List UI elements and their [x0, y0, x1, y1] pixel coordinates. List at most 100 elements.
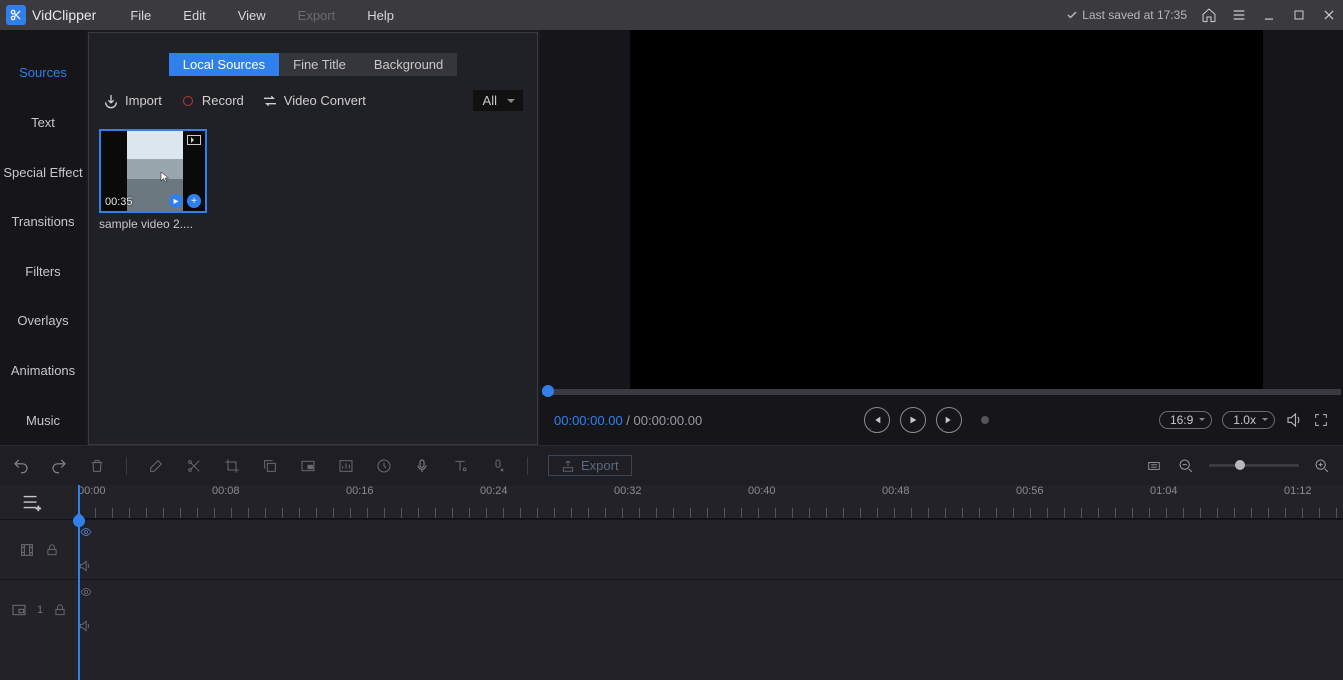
lock-icon[interactable]	[45, 543, 59, 557]
video-convert-button[interactable]: Video Convert	[262, 93, 366, 109]
ruler-label: 00:24	[480, 485, 508, 497]
next-frame-button[interactable]	[936, 407, 962, 433]
stop-button[interactable]	[972, 407, 998, 433]
preview-panel: 00:00:00.00 / 00:00:00.00 16:9 1.0x	[540, 30, 1343, 445]
thumb-play-icon[interactable]: ▸	[169, 194, 183, 208]
sidebar-item-special-effect[interactable]: Special Effect	[0, 147, 86, 197]
film-icon	[19, 542, 35, 558]
preview-video[interactable]	[630, 30, 1263, 389]
app-logo-icon	[6, 5, 26, 25]
save-status: Last saved at 17:35	[1066, 8, 1187, 22]
zoom-slider[interactable]	[1209, 464, 1299, 467]
lock-icon[interactable]	[53, 603, 67, 617]
thumbnail-grid: 00:35 ▸ + sample video 2....	[89, 121, 537, 239]
sidebar-item-filters[interactable]: Filters	[0, 247, 86, 297]
home-button[interactable]	[1201, 7, 1217, 23]
ruler-label: 00:08	[212, 485, 240, 497]
fullscreen-icon[interactable]	[1313, 412, 1329, 428]
record-button[interactable]: Record	[180, 93, 244, 109]
panel-toolbar: Import Record Video Convert All	[89, 86, 537, 121]
ruler-label: 00:00	[78, 485, 106, 497]
tts-button[interactable]	[489, 457, 507, 475]
thumb-name: sample video 2....	[99, 217, 207, 231]
maximize-button[interactable]	[1291, 7, 1307, 23]
playhead[interactable]	[78, 485, 80, 680]
import-button[interactable]: Import	[103, 93, 162, 109]
undo-button[interactable]	[12, 457, 30, 475]
import-icon	[103, 93, 119, 109]
sidebar-item-animations[interactable]: Animations	[0, 346, 86, 396]
check-icon	[1066, 9, 1078, 21]
filter-dropdown[interactable]: All	[473, 90, 523, 111]
voiceover-button[interactable]	[413, 457, 431, 475]
minimize-button[interactable]	[1261, 7, 1277, 23]
menu-help[interactable]: Help	[351, 8, 410, 23]
track-head: 1	[0, 602, 78, 618]
ruler-label: 01:12	[1284, 485, 1312, 497]
time-current: 00:00:00.00	[554, 413, 623, 428]
edit-clip-button[interactable]	[147, 457, 165, 475]
prev-frame-button[interactable]	[864, 407, 890, 433]
track-head	[0, 542, 78, 558]
close-button[interactable]	[1321, 7, 1337, 23]
pip-button[interactable]	[299, 457, 317, 475]
export-icon	[561, 459, 575, 473]
save-status-text: Last saved at 17:35	[1082, 8, 1187, 22]
thumb-preview[interactable]: 00:35 ▸ +	[99, 129, 207, 213]
zoom-knob[interactable]	[1235, 460, 1245, 470]
record-label: Record	[202, 93, 244, 108]
ruler-label: 01:04	[1150, 485, 1178, 497]
timeline-ruler[interactable]: 00:00 00:08 00:16 00:24 00:32 00:40 00:4…	[78, 485, 1343, 519]
copy-button[interactable]	[261, 457, 279, 475]
track-lane[interactable]	[78, 580, 1343, 639]
media-thumb[interactable]: 00:35 ▸ + sample video 2....	[99, 129, 207, 231]
redo-button[interactable]	[50, 457, 68, 475]
sidebar-item-transitions[interactable]: Transitions	[0, 197, 86, 247]
app-name: VidClipper	[32, 7, 96, 23]
zoom-out-button[interactable]	[1177, 457, 1195, 475]
zoom-in-button[interactable]	[1313, 457, 1331, 475]
time-total: 00:00:00.00	[634, 413, 703, 428]
eye-icon[interactable]	[78, 526, 94, 538]
add-track-button[interactable]	[20, 491, 42, 513]
ruler-label: 00:16	[346, 485, 374, 497]
tab-local-sources[interactable]: Local Sources	[169, 53, 279, 76]
aspect-ratio-dropdown[interactable]: 16:9	[1159, 411, 1212, 429]
text-tool-button[interactable]	[451, 457, 469, 475]
menu-edit[interactable]: Edit	[167, 8, 221, 23]
track-lane[interactable]	[78, 520, 1343, 579]
speaker-icon[interactable]	[78, 619, 92, 633]
crop-button[interactable]	[223, 457, 241, 475]
convert-label: Video Convert	[284, 93, 366, 108]
tab-fine-title[interactable]: Fine Title	[279, 53, 360, 76]
menu-export[interactable]: Export	[282, 8, 352, 23]
split-button[interactable]	[185, 457, 203, 475]
video-type-icon	[187, 135, 201, 145]
volume-icon[interactable]	[1285, 411, 1303, 429]
fit-timeline-button[interactable]	[1145, 457, 1163, 475]
preview-seekbar[interactable]	[542, 389, 1341, 395]
thumb-add-icon[interactable]: +	[187, 194, 201, 208]
sidebar-item-text[interactable]: Text	[0, 98, 86, 148]
delete-button[interactable]	[88, 457, 106, 475]
convert-icon	[262, 93, 278, 109]
video-track	[0, 519, 1343, 579]
export-button[interactable]: Export	[548, 455, 632, 476]
stats-button[interactable]	[337, 457, 355, 475]
playback-speed-dropdown[interactable]: 1.0x	[1222, 411, 1275, 429]
seek-handle[interactable]	[542, 385, 554, 397]
pip-track-icon	[11, 602, 27, 618]
sidebar-item-sources[interactable]: Sources	[0, 48, 86, 98]
tab-background[interactable]: Background	[360, 53, 457, 76]
hamburger-button[interactable]	[1231, 7, 1247, 23]
play-button[interactable]	[900, 407, 926, 433]
eye-icon[interactable]	[78, 586, 94, 598]
speaker-icon[interactable]	[78, 559, 92, 573]
menu-view[interactable]: View	[222, 8, 282, 23]
divider	[126, 457, 127, 475]
menu-file[interactable]: File	[114, 8, 167, 23]
speed-button[interactable]	[375, 457, 393, 475]
sidebar-item-music[interactable]: Music	[0, 395, 86, 445]
main-area: Sources Text Special Effect Transitions …	[0, 30, 1343, 445]
sidebar-item-overlays[interactable]: Overlays	[0, 296, 86, 346]
